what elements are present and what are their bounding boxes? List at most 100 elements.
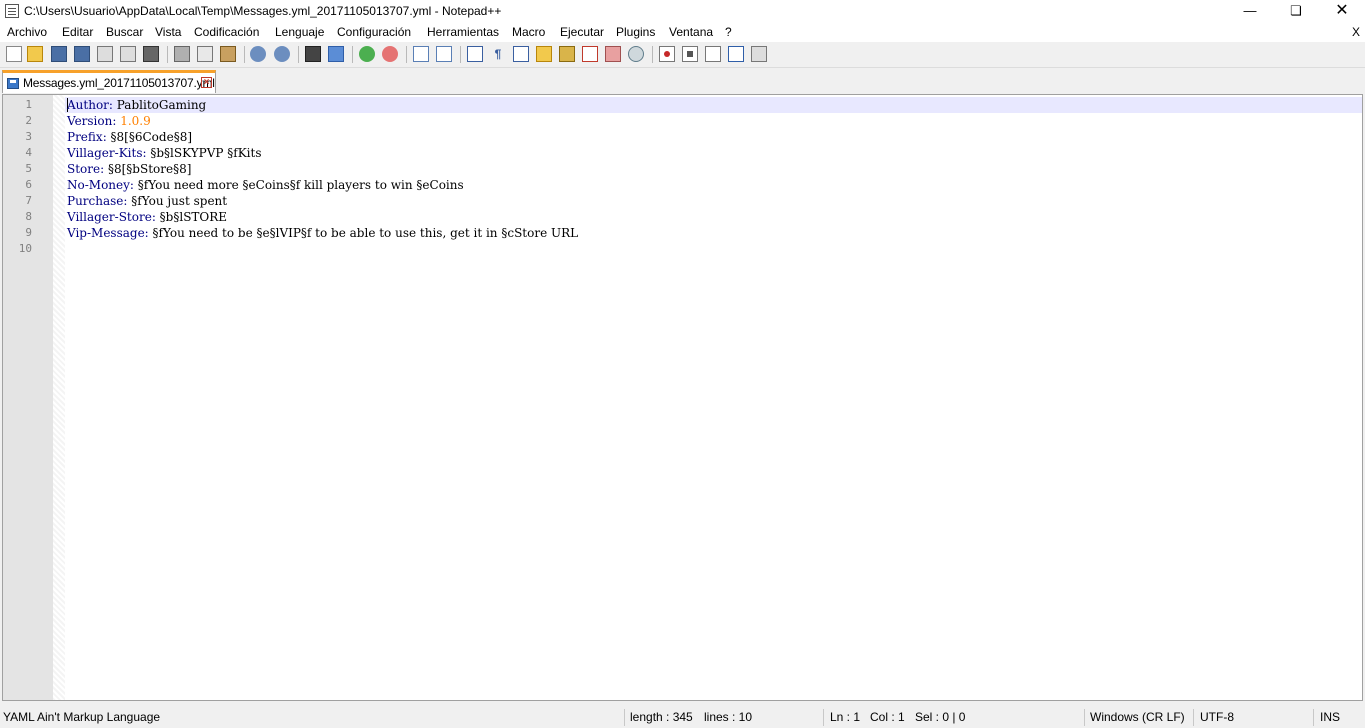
close-all-icon[interactable] [120, 46, 136, 62]
status-separator [823, 709, 824, 726]
yaml-key: Prefix [67, 130, 103, 144]
new-file-icon[interactable] [6, 46, 22, 62]
line-number: 7 [25, 194, 32, 207]
undo-icon[interactable] [250, 46, 266, 62]
yaml-value: PablitoGaming [112, 98, 207, 112]
line-number: 2 [25, 114, 32, 127]
toolbar-separator [244, 46, 245, 63]
redo-icon[interactable] [274, 46, 290, 62]
editor[interactable]: 1 2 3 4 5 6 7 8 9 10 Author: PablitoGami… [2, 94, 1363, 701]
code-line: Purchase: §fYou just spent [67, 193, 227, 209]
close-document-button[interactable]: X [1352, 25, 1360, 39]
user-language-icon[interactable] [536, 46, 552, 62]
yaml-key: Purchase [67, 194, 124, 208]
yaml-key: Version [67, 114, 113, 128]
line-number: 4 [25, 146, 32, 159]
monitoring-icon[interactable] [628, 46, 644, 62]
indent-guide-icon[interactable] [513, 46, 529, 62]
line-number-margin: 1 2 3 4 5 6 7 8 9 10 [3, 95, 53, 700]
menu-editar[interactable]: Editar [62, 25, 93, 39]
menu-herramientas[interactable]: Herramientas [427, 25, 499, 39]
line-number: 6 [25, 178, 32, 191]
status-selection: Sel : 0 | 0 [915, 710, 966, 724]
title-bar: C:\Users\Usuario\AppData\Local\Temp\Mess… [0, 0, 1365, 23]
stop-macro-icon[interactable] [682, 46, 698, 62]
status-separator [624, 709, 625, 726]
yaml-key: Author [67, 98, 109, 112]
zoom-in-icon[interactable] [359, 46, 375, 62]
copy-icon[interactable] [197, 46, 213, 62]
toolbar-separator [352, 46, 353, 63]
tab-close-icon[interactable]: × [201, 77, 212, 88]
document-map-icon[interactable] [559, 46, 575, 62]
code-line: Villager-Store: §b§lSTORE [67, 209, 227, 225]
function-list-icon[interactable] [582, 46, 598, 62]
current-line-highlight [65, 97, 1362, 113]
find-icon[interactable] [305, 46, 321, 62]
folder-workspace-icon[interactable] [605, 46, 621, 62]
paste-icon[interactable] [220, 46, 236, 62]
minimize-icon[interactable]: — [1227, 0, 1273, 23]
status-eol-format[interactable]: Windows (CR LF) [1090, 710, 1185, 724]
code-line: Store: §8[§bStore§8] [67, 161, 191, 177]
menu-lenguaje[interactable]: Lenguaje [275, 25, 324, 39]
status-encoding[interactable]: UTF-8 [1200, 710, 1234, 724]
line-number: 10 [18, 242, 32, 255]
restore-icon[interactable]: ❏ [1273, 0, 1319, 23]
status-line-number: Ln : 1 [830, 710, 861, 724]
save-all-icon[interactable] [74, 46, 90, 62]
tab-label: Messages.yml_20171105013707.yml [23, 76, 215, 90]
status-length: length : 345 [630, 710, 693, 724]
menu-ejecutar[interactable]: Ejecutar [560, 25, 604, 39]
menu-bar: Archivo Editar Buscar Vista Codificación… [0, 23, 1365, 42]
menu-buscar[interactable]: Buscar [106, 25, 143, 39]
menu-plugins[interactable]: Plugins [616, 25, 655, 39]
show-all-chars-icon[interactable]: ¶ [490, 46, 506, 62]
word-wrap-icon[interactable] [467, 46, 483, 62]
code-line: Vip-Message: §fYou need to be §e§lVIP§f … [67, 225, 578, 241]
yaml-value: §fYou need to be §e§lVIP§f to be able to… [148, 226, 579, 240]
menu-codificacion[interactable]: Codificación [194, 25, 259, 39]
status-insert-mode: INS [1320, 710, 1341, 724]
record-macro-icon[interactable] [659, 46, 675, 62]
menu-vista[interactable]: Vista [155, 25, 181, 39]
cut-icon[interactable] [174, 46, 190, 62]
play-macro-icon[interactable] [705, 46, 721, 62]
fold-margin[interactable] [53, 95, 65, 700]
yaml-value: §8[§6Code§8] [106, 130, 193, 144]
code-line: No-Money: §fYou need more §eCoins§f kill… [67, 177, 464, 193]
toolbar-separator [406, 46, 407, 63]
tab-messages-yml[interactable]: Messages.yml_20171105013707.yml × [2, 70, 216, 93]
yaml-key: Vip-Message [67, 226, 145, 240]
close-icon[interactable] [97, 46, 113, 62]
sync-horizontal-icon[interactable] [436, 46, 452, 62]
code-line: Author: PablitoGaming [67, 97, 206, 113]
line-number: 9 [25, 226, 32, 239]
menu-macro[interactable]: Macro [512, 25, 545, 39]
yaml-key: Store [67, 162, 101, 176]
replace-icon[interactable] [328, 46, 344, 62]
menu-archivo[interactable]: Archivo [7, 25, 47, 39]
run-macro-multiple-icon[interactable] [728, 46, 744, 62]
menu-ventana[interactable]: Ventana [669, 25, 713, 39]
save-icon[interactable] [51, 46, 67, 62]
save-macro-icon[interactable] [751, 46, 767, 62]
open-file-icon[interactable] [27, 46, 43, 62]
status-lines: lines : 10 [704, 710, 753, 724]
menu-help[interactable]: ? [725, 25, 732, 39]
status-separator [1084, 709, 1085, 726]
toolbar-separator [167, 46, 168, 63]
code-line: Version: 1.0.9 [67, 113, 151, 129]
yaml-key: No-Money [67, 178, 130, 192]
yaml-value: §fYou just spent [127, 194, 228, 208]
tab-bar: Messages.yml_20171105013707.yml × [0, 68, 1365, 94]
menu-configuracion[interactable]: Configuración [337, 25, 411, 39]
toolbar-separator [460, 46, 461, 63]
zoom-out-icon[interactable] [382, 46, 398, 62]
status-language: YAML Ain't Markup Language [3, 710, 161, 724]
line-number: 3 [25, 130, 32, 143]
sync-vertical-icon[interactable] [413, 46, 429, 62]
close-icon[interactable]: ✕ [1319, 0, 1365, 23]
print-icon[interactable] [143, 46, 159, 62]
yaml-key: Villager-Store [67, 210, 152, 224]
